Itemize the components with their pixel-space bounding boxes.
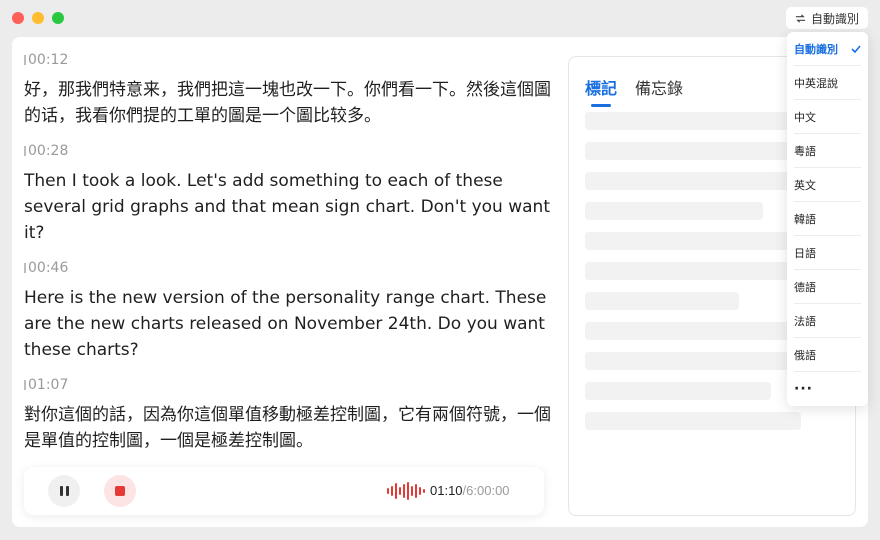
- skeleton-line: [585, 352, 805, 370]
- skeleton-line: [585, 172, 805, 190]
- transcript-segment: 01:07 對你這個的話，因為你這個單值移動極差控制圖，它有兩個符號，一個是單值…: [24, 376, 556, 454]
- skeleton-line: [585, 322, 805, 340]
- segment-text: Here is the new version of the personali…: [24, 288, 547, 360]
- window-controls: [12, 12, 64, 24]
- recording-player-bar: 01:10/6:00:00: [24, 467, 544, 515]
- main-content: 00:12 好，那我們特意来，我們把這一塊也改一下。你們看一下。然後這個圖的话，…: [12, 37, 868, 527]
- language-option[interactable]: 德語: [794, 270, 861, 304]
- skeleton-line: [585, 382, 771, 400]
- language-toggle-button[interactable]: 自動識別: [786, 7, 868, 29]
- language-option[interactable]: 中英混說: [794, 66, 861, 100]
- skeleton-line: [585, 262, 805, 280]
- tab-marks[interactable]: 標記: [585, 75, 617, 107]
- timestamp-marker-icon: [24, 55, 26, 65]
- close-window-button[interactable]: [12, 12, 24, 24]
- skeleton-line: [585, 142, 805, 160]
- language-option[interactable]: 韓語: [794, 202, 861, 236]
- segment-timestamp[interactable]: 00:28: [24, 142, 556, 160]
- skeleton-line: [585, 112, 805, 130]
- swap-icon: [795, 13, 806, 23]
- tab-memo[interactable]: 備忘錄: [635, 75, 683, 107]
- timestamp-marker-icon: [24, 380, 26, 390]
- timestamp-marker-icon: [24, 263, 26, 273]
- pause-icon: [58, 486, 70, 496]
- timestamp-marker-icon: [24, 146, 26, 156]
- stop-button[interactable]: [104, 475, 136, 507]
- skeleton-line: [585, 412, 801, 430]
- segment-text: 對你這個的話，因為你這個單值移動極差控制圖，它有兩個符號，一個是單值的控制圖，一…: [24, 405, 551, 451]
- segment-text: Then I took a look. Let's add something …: [24, 171, 550, 243]
- language-option[interactable]: 英文: [794, 168, 861, 202]
- transcript-segment: 00:28 Then I took a look. Let's add some…: [24, 142, 556, 246]
- skeleton-line: [585, 292, 739, 310]
- segment-timestamp[interactable]: 00:12: [24, 51, 556, 69]
- language-option[interactable]: 日語: [794, 236, 861, 270]
- skeleton-line: [585, 232, 805, 250]
- transcript-segment: 00:12 好，那我們特意来，我們把這一塊也改一下。你們看一下。然後這個圖的话，…: [24, 51, 556, 129]
- pause-button[interactable]: [48, 475, 80, 507]
- language-dropdown-menu: 自動識別 中英混說 中文 粵語 英文 韓語 日語 德語 法語 俄語 ···: [787, 32, 868, 406]
- app-window: 自動識別 00:12 好，那我們特意来，我們把這一塊也改一下。你們看一下。然後這…: [0, 0, 880, 540]
- language-toggle-label: 自動識別: [810, 11, 859, 26]
- language-option[interactable]: 中文: [794, 100, 861, 134]
- language-option[interactable]: 法語: [794, 304, 861, 338]
- checkmark-icon: [851, 44, 861, 53]
- segment-timestamp[interactable]: 00:46: [24, 259, 556, 277]
- language-option[interactable]: 粵語: [794, 134, 861, 168]
- stop-icon: [115, 486, 125, 496]
- total-time: /6:00:00: [462, 483, 510, 498]
- language-option[interactable]: 俄語: [794, 338, 861, 372]
- transcript-segment: 00:46 Here is the new version of the per…: [24, 259, 556, 363]
- side-panel-tabs: 標記 備忘錄: [585, 75, 683, 107]
- current-time: 01:10: [430, 483, 463, 498]
- skeleton-line: [585, 202, 763, 220]
- audio-wave-icon: [387, 482, 425, 500]
- segment-timestamp[interactable]: 01:07: [24, 376, 556, 394]
- transcript-list: 00:12 好，那我們特意来，我們把這一塊也改一下。你們看一下。然後這個圖的话，…: [24, 51, 556, 467]
- language-option-auto[interactable]: 自動識別: [794, 32, 861, 66]
- minimize-window-button[interactable]: [32, 12, 44, 24]
- maximize-window-button[interactable]: [52, 12, 64, 24]
- loading-skeleton: [585, 112, 805, 442]
- recording-time: 01:10/6:00:00: [430, 482, 510, 500]
- segment-text: 好，那我們特意来，我們把這一塊也改一下。你們看一下。然後這個圖的话，我看你們提的…: [24, 80, 551, 126]
- more-options-button[interactable]: ···: [794, 372, 861, 406]
